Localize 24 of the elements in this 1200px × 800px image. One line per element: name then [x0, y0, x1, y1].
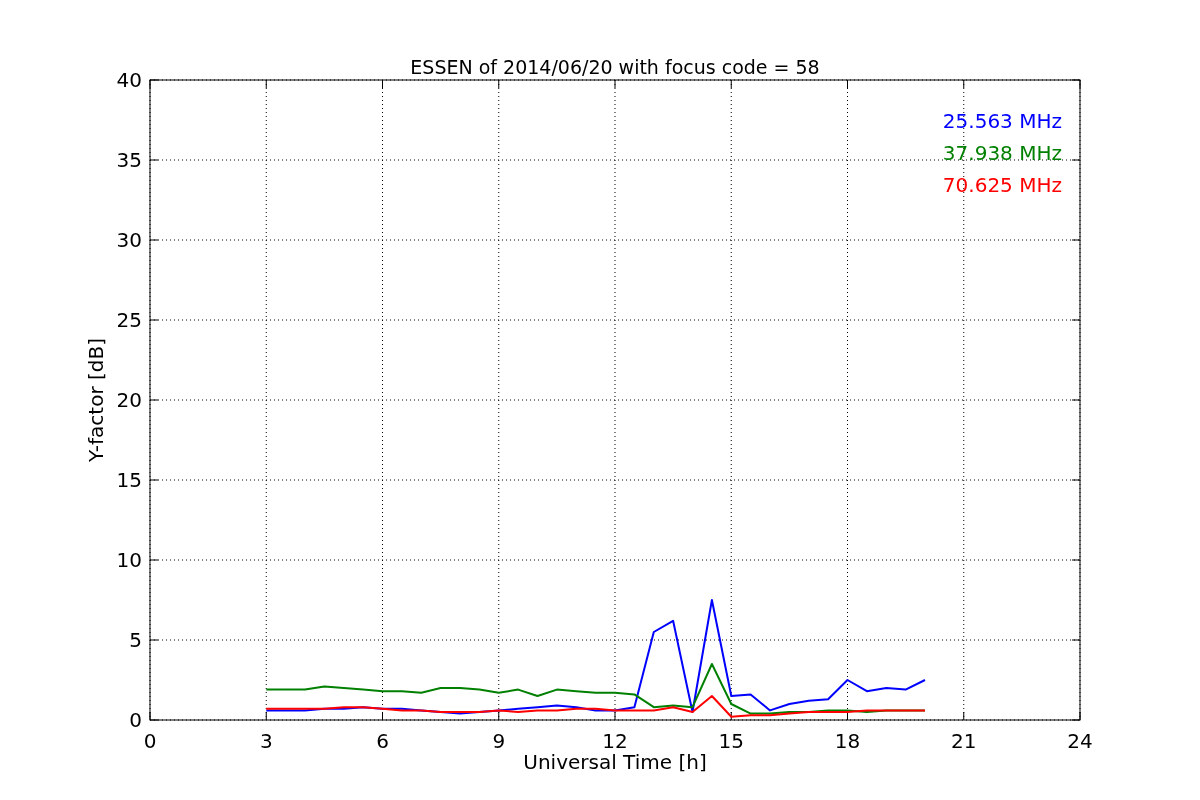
x-tick-label: 6 — [376, 729, 389, 753]
y-tick-label: 40 — [116, 68, 142, 92]
y-tick-label: 0 — [129, 708, 142, 732]
y-tick-label: 15 — [116, 468, 142, 492]
x-tick-label: 3 — [259, 729, 273, 753]
y-tick-label: 20 — [116, 388, 142, 412]
y-tick-label: 5 — [129, 628, 142, 652]
legend-label: 37.938 MHz — [942, 141, 1062, 165]
x-tick-label: 9 — [492, 729, 506, 753]
y-axis-label: Y-factor [dB] — [84, 338, 108, 462]
x-tick-label: 0 — [143, 729, 157, 753]
legend-label: 70.625 MHz — [942, 173, 1062, 197]
y-tick-label: 30 — [116, 228, 142, 252]
x-tick-label: 12 — [602, 729, 628, 753]
x-axis-label: Universal Time [h] — [523, 750, 707, 774]
x-tick-label: 18 — [834, 729, 861, 753]
x-tick-label: 24 — [1067, 729, 1093, 753]
chart-title: ESSEN of 2014/06/20 with focus code = 58 — [410, 56, 820, 78]
x-tick-label: 21 — [951, 729, 977, 753]
x-tick-label: 15 — [718, 729, 744, 753]
legend-label: 25.563 MHz — [942, 109, 1062, 133]
y-tick-label: 10 — [116, 548, 142, 572]
y-tick-label: 25 — [116, 308, 142, 332]
y-tick-label: 35 — [116, 148, 142, 172]
